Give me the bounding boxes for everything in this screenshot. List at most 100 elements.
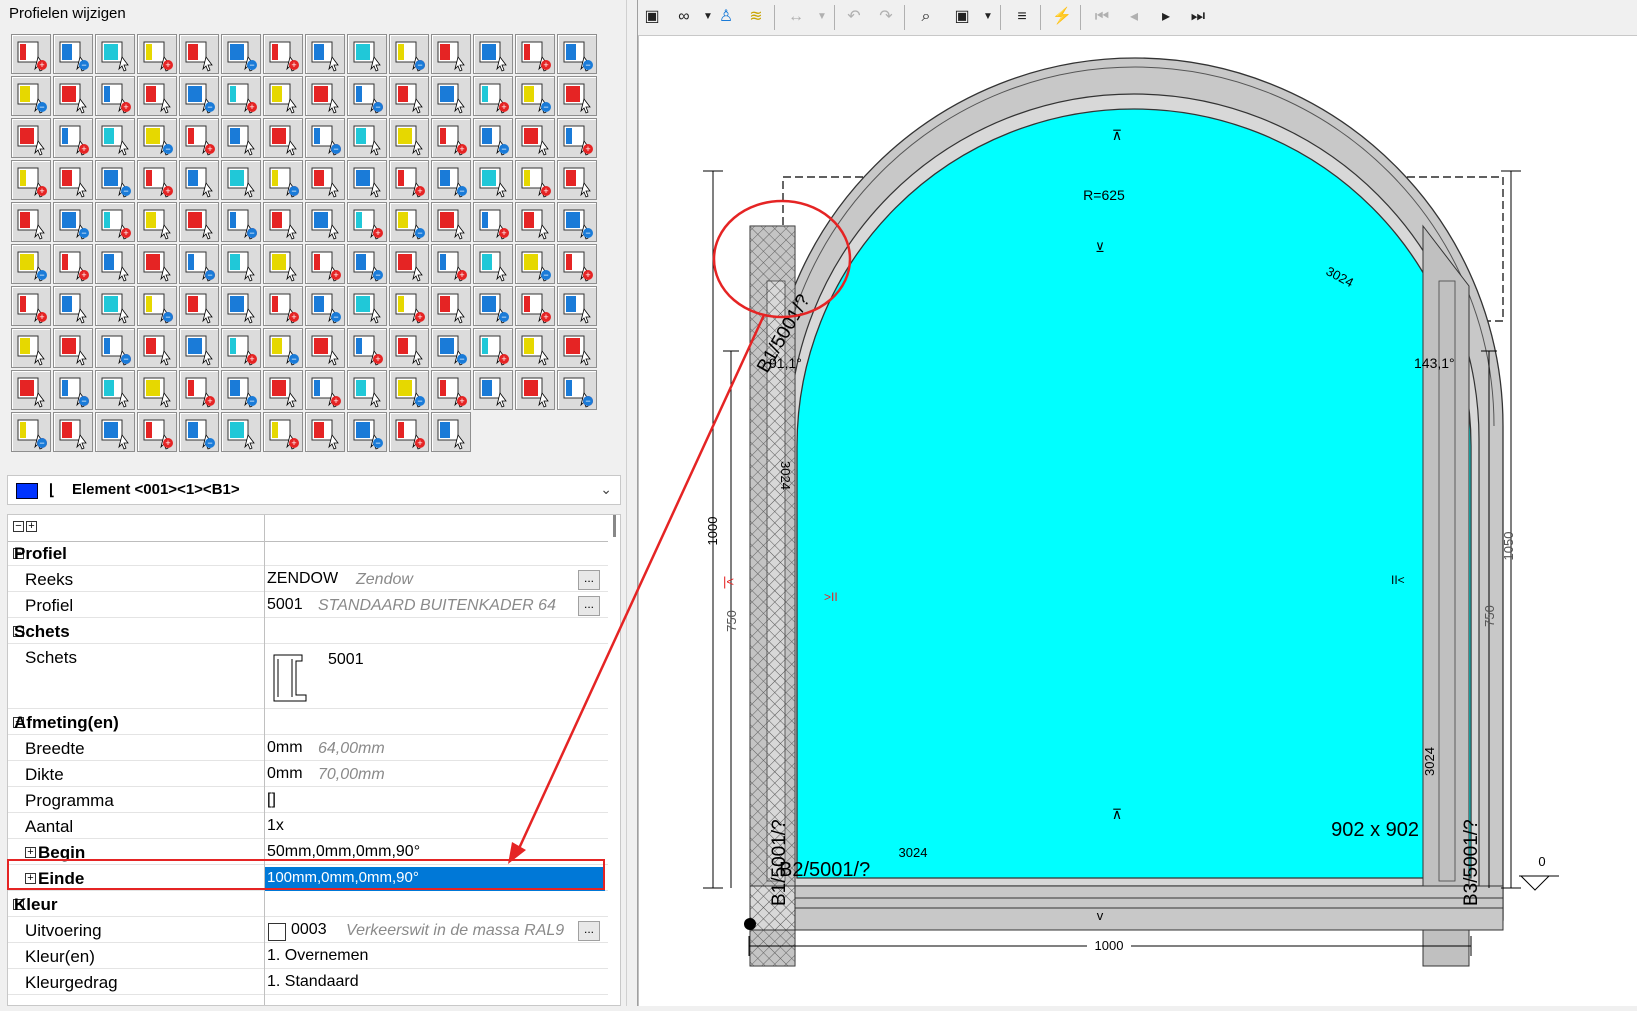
tool-frame-box-icon[interactable]: − bbox=[557, 34, 597, 74]
tool-profile-hp-icon[interactable] bbox=[179, 160, 219, 200]
tool-move-bar-icon[interactable]: + bbox=[431, 370, 471, 410]
property-row-reeks[interactable]: Reeks ZENDOW Zendow... bbox=[8, 567, 608, 592]
property-value[interactable]: 0mm bbox=[267, 739, 303, 757]
tool-end-cap-icon[interactable]: + bbox=[305, 370, 345, 410]
tool-frame-box-icon[interactable]: − bbox=[515, 76, 555, 116]
undo-icon[interactable]: ↶ bbox=[840, 3, 868, 31]
tool-mullion-icon[interactable] bbox=[305, 202, 345, 242]
tool-side-bar-icon[interactable]: − bbox=[515, 244, 555, 284]
tool-corner-icon[interactable] bbox=[305, 328, 345, 368]
tool-split-v-icon[interactable]: +− bbox=[389, 34, 429, 74]
tool-profile-m-icon[interactable]: + bbox=[11, 286, 51, 326]
tool-profile-p-icon[interactable] bbox=[557, 286, 597, 326]
tool-end-cap-icon[interactable]: − bbox=[53, 34, 93, 74]
tool-move-bar-icon[interactable]: + bbox=[515, 286, 555, 326]
tool-end-cap-icon[interactable]: + bbox=[347, 328, 387, 368]
tool-top-bar-icon[interactable] bbox=[11, 118, 51, 158]
tool-side-bar-icon[interactable]: + bbox=[11, 160, 51, 200]
tool-top-bar-icon[interactable] bbox=[347, 370, 387, 410]
property-row-kleurgedrag[interactable]: Kleurgedrag 1. Standaard bbox=[8, 970, 608, 995]
property-value[interactable]: 0mm bbox=[267, 765, 303, 783]
dropdown-arrow-icon[interactable]: ▼ bbox=[808, 3, 836, 31]
tool-profile-r-icon[interactable] bbox=[347, 34, 387, 74]
tool-frame-box-icon[interactable]: − bbox=[221, 370, 261, 410]
tool-corner-icon[interactable] bbox=[473, 160, 513, 200]
tool-profile-m-icon[interactable]: + bbox=[221, 76, 261, 116]
tool-profile-hp-icon[interactable] bbox=[137, 202, 177, 242]
tool-top-bar-icon[interactable] bbox=[305, 412, 345, 452]
tool-profile-m-icon[interactable] bbox=[557, 328, 597, 368]
tool-mullion-icon[interactable] bbox=[221, 286, 261, 326]
tool-corner-icon[interactable] bbox=[347, 286, 387, 326]
tool-side-bar-icon[interactable]: − bbox=[389, 370, 429, 410]
tool-profile-m-icon[interactable]: + bbox=[263, 34, 303, 74]
tool-mullion-icon[interactable] bbox=[431, 76, 471, 116]
column-divider[interactable] bbox=[264, 515, 265, 1005]
tool-profile-hp-icon[interactable] bbox=[263, 76, 303, 116]
tool-profile-r-icon[interactable] bbox=[221, 160, 261, 200]
tool-profile-hp-icon[interactable]: +− bbox=[557, 370, 597, 410]
property-row-programma[interactable]: Programma [] bbox=[8, 788, 608, 813]
tool-transom-icon[interactable]: + bbox=[347, 202, 387, 242]
tool-split-v-icon[interactable]: +− bbox=[95, 328, 135, 368]
tool-profile-p-icon[interactable] bbox=[473, 370, 513, 410]
tool-end-cap-icon[interactable]: − bbox=[11, 76, 51, 116]
tool-profile-p-icon[interactable]: − bbox=[137, 118, 177, 158]
tool-split-v-icon[interactable]: +− bbox=[221, 202, 261, 242]
tool-profile-p-icon[interactable]: − bbox=[179, 76, 219, 116]
tool-transom-icon[interactable]: + bbox=[305, 244, 345, 284]
tool-top-bar-icon[interactable] bbox=[431, 286, 471, 326]
tool-split-v-icon[interactable]: +− bbox=[305, 118, 345, 158]
tool-mullion-icon[interactable] bbox=[179, 328, 219, 368]
tool-corner-icon[interactable] bbox=[431, 202, 471, 242]
tool-corner-icon[interactable]: + bbox=[11, 34, 51, 74]
tool-corner-icon[interactable] bbox=[221, 412, 261, 452]
tool-move-bar-icon[interactable]: + bbox=[389, 412, 429, 452]
property-value[interactable]: 1. Standaard bbox=[267, 973, 359, 991]
tool-end-cap-icon[interactable]: + bbox=[473, 202, 513, 242]
tool-profile-r-icon[interactable] bbox=[53, 328, 93, 368]
tool-corner-icon[interactable] bbox=[263, 370, 303, 410]
browse-button[interactable]: ... bbox=[578, 596, 600, 616]
tool-mullion-icon[interactable] bbox=[389, 118, 429, 158]
tool-mullion-icon[interactable] bbox=[137, 370, 177, 410]
property-row-uitvoering[interactable]: Uitvoering 0003 Verkeerswit in de massa RA… bbox=[8, 918, 608, 943]
tool-profile-m-icon[interactable] bbox=[515, 370, 555, 410]
tool-profile-r-icon[interactable] bbox=[305, 76, 345, 116]
tool-profile-p-icon[interactable]: − bbox=[95, 160, 135, 200]
panel-splitter[interactable] bbox=[626, 0, 638, 1006]
tool-transom-icon[interactable]: + bbox=[179, 370, 219, 410]
tool-profile-p-icon[interactable] bbox=[515, 328, 555, 368]
tool-mullion-icon[interactable] bbox=[263, 244, 303, 284]
tool-side-bar-icon[interactable]: − bbox=[557, 202, 597, 242]
tool-end-cap-icon[interactable]: + bbox=[431, 244, 471, 284]
tool-side-bar-icon[interactable]: + bbox=[53, 118, 93, 158]
tool-split-h-icon[interactable] bbox=[347, 118, 387, 158]
tool-move-bar-icon[interactable]: + bbox=[473, 328, 513, 368]
tool-end-cap-icon[interactable]: + bbox=[263, 412, 303, 452]
tool-move-bar-icon[interactable]: + bbox=[557, 244, 597, 284]
tool-transom-icon[interactable]: + bbox=[515, 34, 555, 74]
tool-split-h-icon[interactable] bbox=[137, 328, 177, 368]
expand-icon[interactable]: + bbox=[25, 847, 36, 858]
chevron-down-icon[interactable]: ⌄ bbox=[600, 481, 612, 498]
property-value[interactable]: [] bbox=[267, 791, 276, 809]
tool-end-cap-icon[interactable]: + bbox=[389, 286, 429, 326]
tool-split-v-icon[interactable]: +− bbox=[11, 412, 51, 452]
last-icon[interactable]: ⏭ bbox=[1184, 3, 1212, 31]
property-row-profiel[interactable]: − Profiel bbox=[8, 541, 608, 566]
property-value[interactable]: 1x bbox=[267, 817, 284, 835]
tool-transom-icon[interactable]: + bbox=[431, 118, 471, 158]
tool-split-h-icon[interactable] bbox=[263, 202, 303, 242]
property-row-breedte[interactable]: Breedte 0mm 64,00mm bbox=[8, 736, 608, 761]
tool-profile-hp-icon[interactable] bbox=[305, 34, 345, 74]
lightning-icon[interactable]: ⚡ bbox=[1048, 3, 1076, 31]
tool-frame-box-icon[interactable]: − bbox=[473, 118, 513, 158]
tool-split-h-icon[interactable] bbox=[431, 34, 471, 74]
tool-corner-icon[interactable] bbox=[389, 244, 429, 284]
tool-split-v-icon[interactable]: +− bbox=[179, 244, 219, 284]
tool-split-v-icon[interactable]: +− bbox=[263, 160, 303, 200]
tool-end-cap-icon[interactable]: + bbox=[515, 160, 555, 200]
tool-top-bar-icon[interactable] bbox=[95, 34, 135, 74]
element-selector[interactable]: ⌊ Element <001><1><B1> ⌄ bbox=[7, 475, 621, 505]
